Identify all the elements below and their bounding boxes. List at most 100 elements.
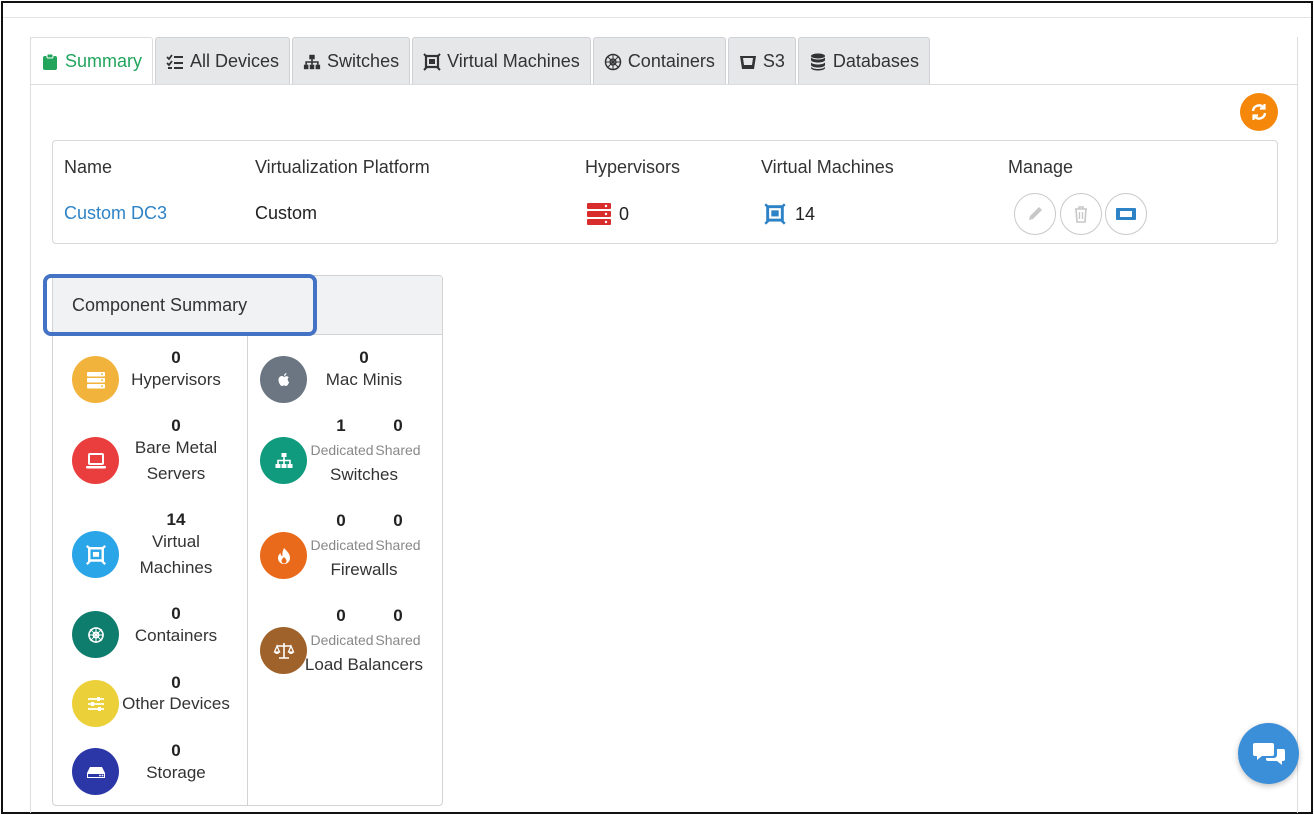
vm-icon	[423, 52, 441, 71]
header-platform: Virtualization Platform	[255, 157, 430, 177]
helm-icon	[604, 53, 622, 70]
tab-label: All Devices	[190, 51, 280, 71]
header-hypervisors: Hypervisors	[585, 157, 681, 177]
other-devices-count: 0	[171, 673, 181, 692]
tab-bar: Summary All Devices Switches Virtual Mac…	[30, 37, 932, 85]
chat-bubbles-icon	[1252, 742, 1285, 765]
tab-label: Virtual Machines	[447, 51, 580, 71]
hypervisors-label: Hypervisors	[131, 370, 221, 389]
hypervisors-icon-circle	[72, 356, 119, 403]
tab-switches[interactable]: Switches	[292, 37, 411, 85]
tab-label: Containers	[627, 51, 715, 71]
containers-label: Containers	[134, 626, 218, 645]
header-name: Name	[64, 157, 113, 177]
tab-label: Databases	[832, 51, 919, 71]
bare-metal-icon-circle	[72, 437, 119, 484]
switches-label: Switches	[329, 465, 399, 484]
datacenter-name-link[interactable]: Custom DC3	[64, 203, 167, 224]
fire-icon	[277, 547, 290, 564]
firewalls-dedicated-label: Dedicated	[310, 537, 374, 553]
tab-summary[interactable]: Summary	[30, 37, 154, 85]
database-icon	[810, 53, 825, 70]
datacenter-platform: Custom	[255, 203, 318, 223]
vm-icon	[85, 544, 106, 565]
bare-metal-label-line1: Bare Metal	[134, 438, 218, 457]
storage-icon-circle	[72, 748, 119, 795]
server-icon	[86, 371, 105, 388]
top-strip	[3, 3, 1311, 18]
list-check-icon	[166, 53, 184, 69]
firewalls-dedicated-count: 0	[336, 511, 346, 530]
pencil-icon	[1029, 207, 1042, 220]
server-stack-icon	[587, 203, 611, 225]
firewalls-shared-count: 0	[393, 511, 403, 530]
refresh-button[interactable]	[1240, 93, 1278, 131]
switches-shared-label: Shared	[375, 442, 421, 458]
tab-databases[interactable]: Databases	[797, 37, 930, 85]
datacenter-vms: 14	[763, 203, 815, 225]
virtual-machines-label-line2: Machines	[139, 558, 213, 577]
load-balancers-dedicated-count: 0	[336, 606, 346, 625]
other-devices-icon-circle	[72, 680, 119, 727]
load-balancers-shared-label: Shared	[375, 632, 421, 648]
column-divider	[247, 335, 248, 806]
switches-icon-circle	[260, 437, 307, 484]
virtual-machines-count: 14	[166, 510, 186, 529]
tab-virtual-machines[interactable]: Virtual Machines	[412, 37, 591, 85]
chat-button[interactable]	[1238, 723, 1299, 784]
storage-label: Storage	[146, 763, 206, 782]
datacenter-hypervisors: 0	[587, 203, 629, 225]
virtual-machines-icon-circle	[72, 531, 119, 578]
tab-label: S3	[762, 51, 785, 71]
console-button[interactable]	[1105, 193, 1147, 235]
firewalls-shared-label: Shared	[375, 537, 421, 553]
apple-icon	[278, 372, 289, 386]
mac-minis-count: 0	[359, 348, 369, 367]
highlight-box	[43, 274, 317, 336]
firewalls-icon-circle	[260, 532, 307, 579]
firewalls-label: Firewalls	[330, 560, 398, 579]
switches-dedicated-label: Dedicated	[310, 442, 374, 458]
bare-metal-label-line2: Servers	[146, 464, 206, 483]
trash-icon	[1075, 206, 1087, 223]
scale-icon	[273, 642, 294, 659]
switches-shared-count: 0	[393, 416, 403, 435]
load-balancers-label: Load Balancers	[304, 655, 424, 674]
tab-underline	[30, 84, 1298, 85]
containers-count: 0	[171, 604, 181, 623]
hypervisor-count: 0	[619, 203, 630, 224]
hdd-icon	[86, 766, 105, 778]
header-virtual-machines: Virtual Machines	[761, 157, 894, 177]
other-devices-label: Other Devices	[122, 694, 230, 713]
switches-dedicated-count: 1	[336, 416, 346, 435]
clipboard-icon	[43, 53, 57, 70]
hypervisors-count: 0	[171, 348, 181, 367]
laptop-icon	[85, 452, 106, 468]
edit-button[interactable]	[1014, 193, 1056, 235]
vm-icon	[764, 203, 786, 225]
tab-all-devices[interactable]: All Devices	[155, 37, 291, 85]
ticket-icon	[1116, 208, 1136, 220]
refresh-icon	[1251, 104, 1267, 120]
load-balancers-dedicated-label: Dedicated	[310, 632, 374, 648]
datacenter-table: Name Virtualization Platform Hypervisors…	[52, 140, 1278, 244]
mac-minis-icon-circle	[260, 356, 307, 403]
header-manage: Manage	[1008, 157, 1074, 177]
tab-label: Summary	[65, 51, 143, 71]
helm-icon	[87, 626, 104, 643]
bucket-icon	[739, 55, 756, 69]
sitemap-icon	[275, 452, 292, 468]
mac-minis-label: Mac Minis	[325, 370, 403, 389]
virtual-machines-label-line1: Virtual	[152, 532, 200, 551]
tab-s3[interactable]: S3	[727, 37, 796, 85]
load-balancers-shared-count: 0	[393, 606, 403, 625]
vm-count: 14	[795, 203, 816, 224]
sliders-icon	[87, 696, 104, 711]
storage-count: 0	[171, 741, 181, 760]
containers-icon-circle	[72, 611, 119, 658]
delete-button[interactable]	[1060, 193, 1102, 235]
sitemap-icon	[303, 54, 321, 69]
bare-metal-count: 0	[171, 416, 181, 435]
tab-containers[interactable]: Containers	[592, 37, 726, 85]
tab-label: Switches	[327, 51, 400, 71]
